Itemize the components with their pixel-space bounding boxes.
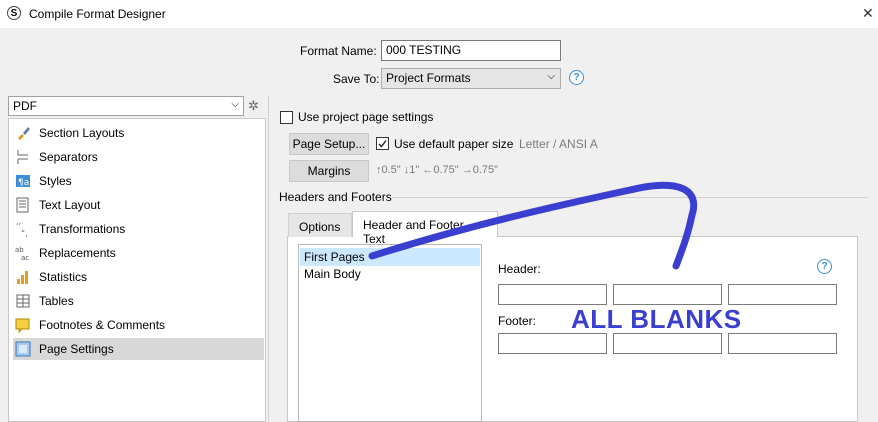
list-item[interactable]: First Pages <box>300 248 480 266</box>
annotation-text: ALL BLANKS <box>571 304 742 334</box>
sidebar-item-label: Transformations <box>39 222 126 236</box>
transform-icon: ‘’ “, <box>15 221 31 238</box>
sidebar-item-label: Text Layout <box>39 198 101 212</box>
sidebar-item-label: Replacements <box>39 246 116 260</box>
use-project-settings-checkbox[interactable] <box>280 111 293 124</box>
save-to-value: Project Formats <box>386 71 471 85</box>
sidebar-item-replacements[interactable]: ab ac Replacements <box>13 242 264 264</box>
replace-icon: ab ac <box>15 245 31 262</box>
help-icon[interactable]: ? <box>817 259 832 274</box>
header-left-input[interactable] <box>498 284 607 305</box>
window-title: Compile Format Designer <box>29 7 166 21</box>
use-default-paper-checkbox[interactable] <box>376 137 389 150</box>
use-project-settings-label: Use project page settings <box>298 110 434 124</box>
list-item[interactable]: Main Body <box>300 265 480 283</box>
text-layout-icon <box>15 197 31 213</box>
sidebar-item-section-layouts[interactable]: Section Layouts <box>13 122 264 144</box>
svg-text:ac: ac <box>21 254 29 261</box>
sidebar-item-styles[interactable]: ¶a Styles <box>13 170 264 192</box>
section-divider <box>392 197 868 198</box>
header-right-input[interactable] <box>728 284 837 305</box>
tab-header-footer-text[interactable]: Header and Footer Text <box>352 211 498 246</box>
styles-icon: ¶a <box>15 173 31 189</box>
use-default-paper-label: Use default paper size <box>394 137 514 151</box>
svg-text:“,: “, <box>21 229 28 237</box>
app-icon: S <box>7 6 21 20</box>
sidebar-item-footnotes[interactable]: Footnotes & Comments <box>13 314 264 336</box>
footer-label: Footer: <box>498 314 537 328</box>
sidebar-item-label: Styles <box>39 174 72 188</box>
sidebar-item-label: Page Settings <box>39 342 114 356</box>
paper-size-value: Letter / ANSI A <box>519 137 598 151</box>
sidebar: Section Layouts Separators ¶a Styles Tex… <box>8 118 266 422</box>
chevron-down-icon: ⌵ <box>231 99 239 110</box>
sidebar-item-label: Statistics <box>39 270 88 284</box>
sidebar-item-transformations[interactable]: ‘’ “, Transformations <box>13 218 264 240</box>
format-name-input[interactable]: 000 TESTING <box>381 40 561 61</box>
sidebar-item-label: Footnotes & Comments <box>39 318 166 332</box>
brush-icon <box>15 125 31 141</box>
sidebar-item-tables[interactable]: Tables <box>13 290 264 312</box>
sidebar-item-statistics[interactable]: Statistics <box>13 266 264 288</box>
separator-icon <box>15 149 31 165</box>
svg-text:ab: ab <box>15 246 24 254</box>
svg-text:¶a: ¶a <box>18 178 29 188</box>
table-icon <box>15 293 31 309</box>
footer-right-input[interactable] <box>728 333 837 354</box>
margins-button[interactable]: Margins <box>289 160 369 182</box>
sidebar-item-page-settings[interactable]: Page Settings <box>13 338 264 360</box>
footer-center-input[interactable] <box>613 333 722 354</box>
chevron-down-icon: ⌵ <box>547 71 555 82</box>
close-icon[interactable]: ✕ <box>862 5 874 22</box>
headers-footers-title: Headers and Footers <box>279 190 392 204</box>
page-settings-icon <box>15 341 31 357</box>
pages-list[interactable]: First Pages Main Body <box>298 244 482 422</box>
header-center-input[interactable] <box>613 284 722 305</box>
sidebar-item-label: Separators <box>39 150 98 164</box>
footnote-icon <box>15 317 31 334</box>
header-label: Header: <box>498 262 541 276</box>
sidebar-item-label: Tables <box>39 294 74 308</box>
save-to-select[interactable]: Project Formats ⌵ <box>381 68 561 89</box>
tab-options[interactable]: Options <box>288 213 352 237</box>
footer-left-input[interactable] <box>498 333 607 354</box>
format-name-label: Format Name: <box>300 44 377 58</box>
output-format-value: PDF <box>13 99 37 113</box>
sidebar-item-text-layout[interactable]: Text Layout <box>13 194 264 216</box>
page-setup-button[interactable]: Page Setup... <box>289 133 369 155</box>
margins-value: ↑0.5" ↓1" ←0.75" →0.75" <box>376 164 499 176</box>
save-to-label: Save To: <box>333 72 380 86</box>
help-icon[interactable]: ? <box>569 70 584 85</box>
sidebar-item-separators[interactable]: Separators <box>13 146 264 168</box>
sidebar-item-label: Section Layouts <box>39 126 125 140</box>
stats-icon <box>15 269 31 285</box>
gear-icon[interactable]: ✲ <box>248 98 259 114</box>
output-format-select[interactable]: PDF ⌵ <box>8 96 244 116</box>
